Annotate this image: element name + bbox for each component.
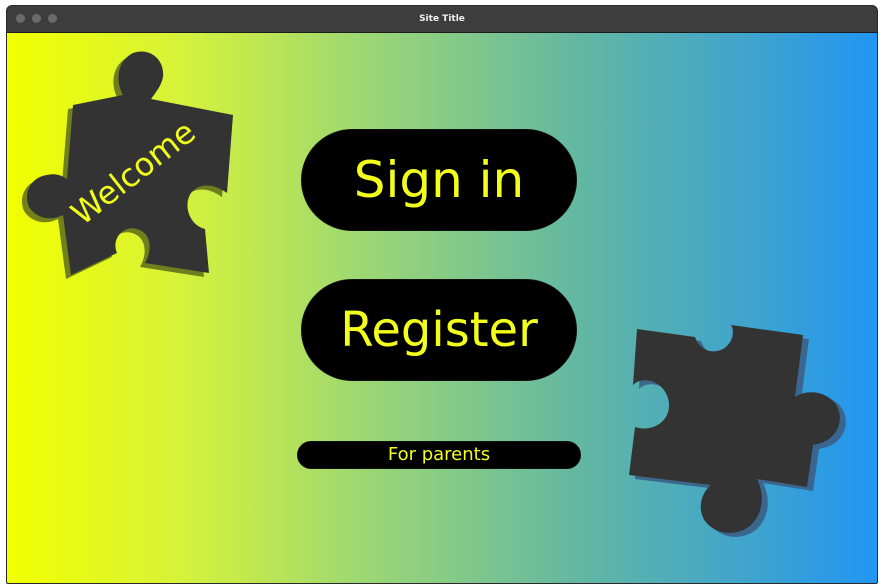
decorative-puzzle-piece — [629, 325, 846, 537]
landing-page: Welcome Sign in Register For parents — [7, 33, 877, 583]
welcome-puzzle-piece: Welcome — [22, 51, 233, 279]
sign-in-button[interactable]: Sign in — [301, 129, 577, 231]
browser-window: Site Title Welcome Sign in Register For … — [6, 5, 878, 584]
for-parents-button[interactable]: For parents — [297, 441, 581, 469]
window-title: Site Title — [419, 14, 465, 24]
title-bar: Site Title — [7, 6, 877, 33]
register-button[interactable]: Register — [301, 279, 577, 381]
puzzle-piece-icon — [629, 325, 846, 537]
